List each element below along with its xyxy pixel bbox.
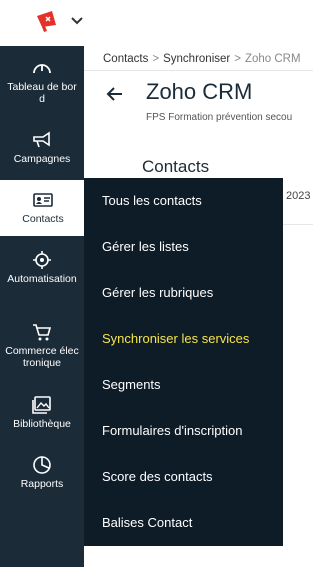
cart-icon bbox=[33, 324, 52, 341]
chevron-down-icon[interactable] bbox=[70, 14, 84, 28]
top-bar bbox=[0, 0, 313, 46]
automation-gear-icon bbox=[33, 251, 51, 269]
menu-item-manage-lists[interactable]: Gérer les listes bbox=[102, 239, 189, 254]
contact-card-icon bbox=[33, 193, 53, 207]
breadcrumb-sync[interactable]: Synchroniser bbox=[163, 53, 230, 65]
breadcrumb: Contacts > Synchroniser > Zoho CRM bbox=[103, 53, 301, 65]
breadcrumb-separator: > bbox=[152, 53, 160, 65]
page-subtitle: FPS Formation prévention secou bbox=[146, 112, 293, 123]
sidebar-item-dashboard[interactable]: Tableau de bord bbox=[0, 58, 84, 105]
sidebar-item-label: Tableau de bord bbox=[7, 81, 77, 105]
section-heading: Contacts bbox=[142, 157, 210, 176]
menu-item-signup-forms[interactable]: Formulaires d'inscription bbox=[102, 423, 242, 438]
sidebar-item-automation[interactable]: Automatisation bbox=[0, 250, 84, 285]
menu-item-contact-tags[interactable]: Balises Contact bbox=[102, 515, 192, 530]
menu-item-contact-score[interactable]: Score des contacts bbox=[102, 469, 213, 484]
megaphone-logo-icon[interactable] bbox=[34, 9, 60, 33]
menu-item-segments[interactable]: Segments bbox=[102, 377, 161, 392]
breadcrumb-contacts[interactable]: Contacts bbox=[103, 53, 148, 65]
sidebar-item-label: Rapports bbox=[20, 478, 64, 490]
sidebar-item-label: Commerce électronique bbox=[5, 345, 79, 369]
sidebar-item-label: Bibliothèque bbox=[13, 418, 71, 430]
breadcrumb-separator: > bbox=[234, 53, 241, 65]
sidebar-item-ecommerce[interactable]: Commerce électronique bbox=[0, 322, 84, 369]
breadcrumb-current: Zoho CRM bbox=[244, 53, 301, 65]
menu-item-manage-fields[interactable]: Gérer les rubriques bbox=[102, 285, 213, 300]
sidebar-item-label: Automatisation bbox=[7, 273, 77, 285]
sidebar-item-label: Contacts bbox=[22, 213, 64, 225]
sidebar-item-library[interactable]: Bibliothèque bbox=[0, 395, 84, 430]
image-library-icon bbox=[32, 396, 51, 414]
sidebar-item-label: Campagnes bbox=[13, 153, 71, 165]
megaphone-icon bbox=[33, 131, 50, 148]
menu-item-sync-services[interactable]: Synchroniser les services bbox=[102, 331, 249, 346]
gauge-icon bbox=[33, 64, 51, 74]
menu-item-all-contacts[interactable]: Tous les contacts bbox=[102, 193, 202, 208]
contacts-flyout-menu: Tous les contacts Gérer les listes Gérer… bbox=[84, 178, 283, 546]
sidebar-item-reports[interactable]: Rapports bbox=[0, 455, 84, 490]
back-arrow-icon[interactable] bbox=[105, 84, 125, 104]
sidebar-item-campaigns[interactable]: Campagnes bbox=[0, 130, 84, 165]
page-title: Zoho CRM bbox=[146, 79, 253, 104]
sidebar-item-contacts[interactable]: Contacts bbox=[0, 180, 86, 236]
pie-chart-icon bbox=[33, 456, 51, 474]
date-text: 2023 bbox=[286, 190, 311, 202]
divider bbox=[84, 70, 313, 71]
